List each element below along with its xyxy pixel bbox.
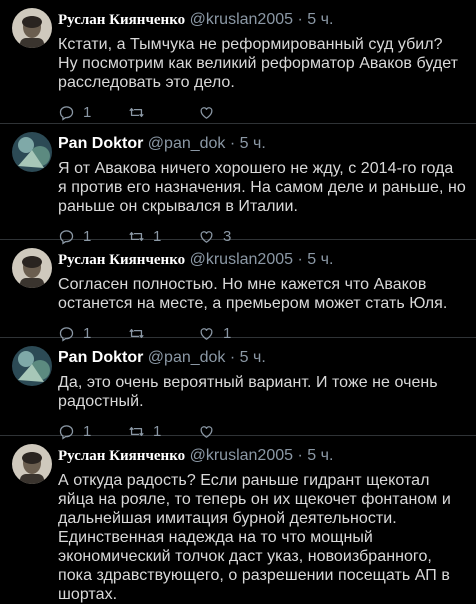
avatar-photo-icon <box>12 8 52 48</box>
avatar-photo-icon <box>12 132 52 172</box>
tweet[interactable]: Руслан Киянченко @kruslan2005 · 5 ч. Сог… <box>0 240 476 342</box>
tweet[interactable]: Pan Doktor @pan_dok · 5 ч. Да, это очень… <box>0 338 476 440</box>
separator-dot: · <box>229 135 236 152</box>
tweet-text: Кстати, а Тымчука не реформированный суд… <box>58 36 459 91</box>
retweet-button[interactable] <box>128 104 198 121</box>
timestamp[interactable]: 5 ч. <box>240 349 266 366</box>
avatar-photo-icon <box>12 444 52 484</box>
tweet-header: Pan Doktor @pan_dok · 5 ч. <box>58 346 466 370</box>
conversation-thread: Руслан Киянченко @kruslan2005 · 5 ч. Кст… <box>0 0 476 603</box>
tweet-text: Я от Авакова ничего хорошего не жду, с 2… <box>58 160 466 215</box>
author-name[interactable]: Руслан Киянченко <box>58 448 185 464</box>
author-name[interactable]: Pan Doktor <box>58 349 143 366</box>
author-handle[interactable]: @kruslan2005 <box>190 447 293 464</box>
author-name[interactable]: Pan Doktor <box>58 135 143 152</box>
avatar-photo-icon <box>12 248 52 288</box>
separator-dot: · <box>297 11 303 28</box>
like-button[interactable] <box>198 104 268 121</box>
tweet-header: Руслан Киянченко @kruslan2005 · 5 ч. <box>58 248 466 272</box>
tweet-text: Согласен полностью. Но мне кажется что А… <box>58 276 448 312</box>
tweet-header: Pan Doktor @pan_dok · 5 ч. <box>58 132 466 156</box>
avatar[interactable] <box>12 8 52 48</box>
reply-button[interactable]: 1 <box>58 104 128 121</box>
author-handle[interactable]: @kruslan2005 <box>190 11 293 28</box>
separator-dot: · <box>297 447 303 464</box>
tweet-header: Руслан Киянченко @kruslan2005 · 5 ч. <box>58 8 466 32</box>
avatar[interactable] <box>12 444 52 484</box>
tweet[interactable]: Руслан Киянченко @kruslan2005 · 5 ч. А о… <box>0 436 476 603</box>
retweet-icon <box>129 107 144 117</box>
timestamp[interactable]: 5 ч. <box>240 135 266 152</box>
author-handle[interactable]: @kruslan2005 <box>190 251 293 268</box>
timestamp[interactable]: 5 ч. <box>307 251 333 268</box>
author-handle[interactable]: @pan_dok <box>148 349 226 366</box>
author-name[interactable]: Руслан Киянченко <box>58 252 185 268</box>
tweet-actions: 1 <box>58 98 466 126</box>
author-name[interactable]: Руслан Киянченко <box>58 12 185 28</box>
avatar[interactable] <box>12 132 52 172</box>
tweet[interactable]: Pan Doktor @pan_dok · 5 ч. Я от Авакова … <box>0 124 476 245</box>
tweet[interactable]: Руслан Киянченко @kruslan2005 · 5 ч. Кст… <box>0 0 476 124</box>
timestamp[interactable]: 5 ч. <box>307 447 333 464</box>
separator-dot: · <box>229 349 236 366</box>
avatar-photo-icon <box>12 346 52 386</box>
separator-dot: · <box>297 251 303 268</box>
tweet-text: А откуда радость? Если раньше гидрант ще… <box>58 472 451 603</box>
avatar[interactable] <box>12 346 52 386</box>
tweet-header: Руслан Киянченко @kruslan2005 · 5 ч. <box>58 444 466 468</box>
heart-icon <box>200 106 213 119</box>
tweet-text: Да, это очень вероятный вариант. И тоже … <box>58 374 438 410</box>
avatar[interactable] <box>12 248 52 288</box>
author-handle[interactable]: @pan_dok <box>148 135 226 152</box>
timestamp[interactable]: 5 ч. <box>307 11 333 28</box>
reply-count: 1 <box>83 103 92 121</box>
reply-icon <box>59 105 74 121</box>
